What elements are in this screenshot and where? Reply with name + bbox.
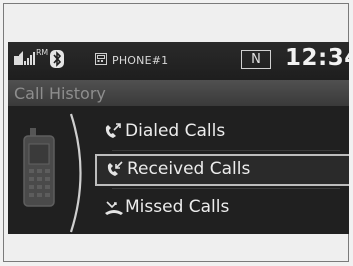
missed-call-icon: [105, 201, 123, 215]
menu-divider: [112, 188, 340, 189]
received-call-icon: [107, 161, 123, 176]
roaming-indicator: RM: [36, 48, 48, 57]
menu-divider: [112, 150, 340, 151]
clock: 12:34: [285, 45, 349, 71]
figure-frame: RM PHONE#1 N 12:34 Call History: [3, 3, 349, 262]
menu-item-label: Received Calls: [127, 159, 251, 179]
signal-arc-icon: [69, 113, 82, 233]
menu-item-label: Missed Calls: [125, 197, 230, 217]
menu-item-missed-calls[interactable]: Missed Calls: [95, 193, 349, 225]
title-bar: Call History: [8, 80, 349, 106]
menu-item-label: Dialed Calls: [125, 121, 226, 141]
dialed-call-icon: [105, 123, 121, 138]
menu-item-dialed-calls[interactable]: Dialed Calls: [95, 117, 349, 149]
menu-item-received-calls[interactable]: Received Calls: [95, 154, 349, 186]
phone-device-icon: [95, 53, 107, 65]
mode-badge: N: [241, 50, 271, 69]
page-title: Call History: [14, 84, 106, 103]
status-bar: RM PHONE#1 N 12:34: [8, 42, 349, 80]
active-phone-label: PHONE#1: [112, 54, 169, 67]
signal-strength-icon: [14, 51, 35, 65]
audio-display-screen: RM PHONE#1 N 12:34 Call History: [8, 42, 349, 234]
mobile-phone-icon: [23, 128, 55, 207]
bluetooth-icon: [50, 50, 64, 68]
